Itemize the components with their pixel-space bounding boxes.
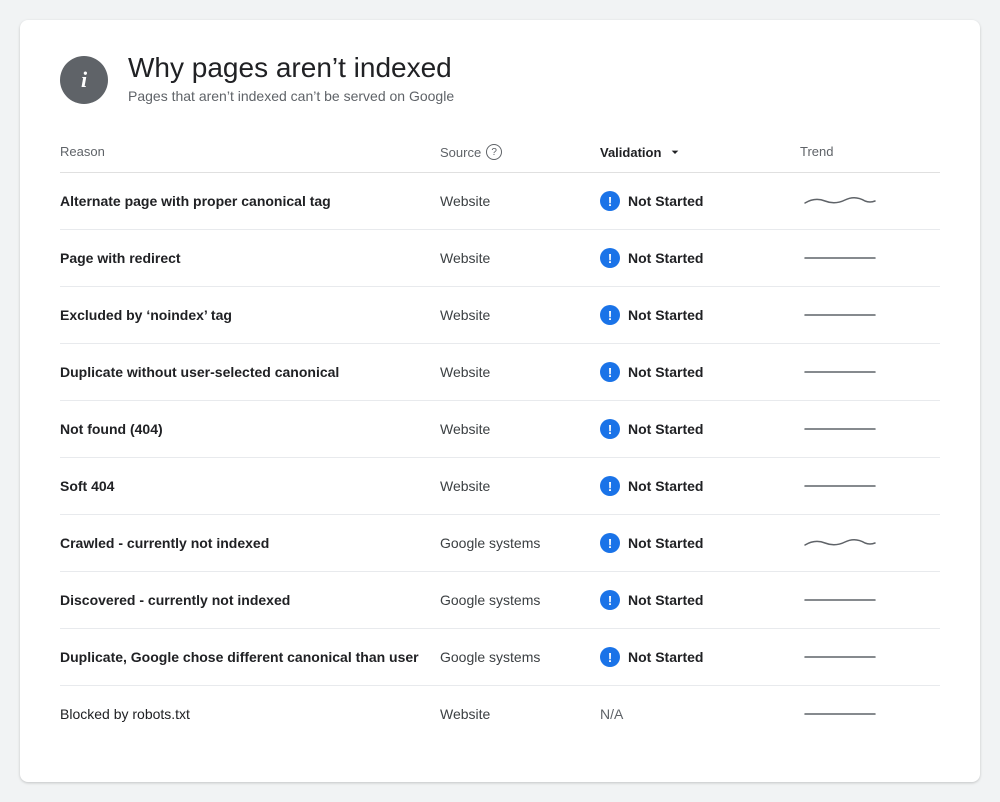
validation-cell: ! Not Started [600, 191, 800, 211]
validation-na: N/A [600, 706, 623, 722]
validation-status: Not Started [628, 421, 703, 437]
validation-cell: ! Not Started [600, 590, 800, 610]
source-cell: Website [440, 193, 600, 209]
validation-status: Not Started [628, 478, 703, 494]
reason-cell: Discovered - currently not indexed [60, 592, 440, 608]
reason-cell: Page with redirect [60, 250, 440, 266]
table-row[interactable]: Discovered - currently not indexedGoogle… [60, 572, 940, 629]
col-reason: Reason [60, 144, 440, 160]
validation-status: Not Started [628, 307, 703, 323]
validation-cell: ! Not Started [600, 419, 800, 439]
reason-cell: Soft 404 [60, 478, 440, 494]
not-started-icon: ! [600, 419, 620, 439]
validation-cell: ! Not Started [600, 647, 800, 667]
trend-line-icon [800, 704, 880, 724]
validation-cell: ! Not Started [600, 362, 800, 382]
source-cell: Website [440, 478, 600, 494]
not-started-icon: ! [600, 248, 620, 268]
trend-line-icon [800, 305, 880, 325]
not-started-icon: ! [600, 533, 620, 553]
not-started-icon: ! [600, 476, 620, 496]
trend-line-icon [800, 476, 880, 496]
header-text: Why pages aren’t indexed Pages that aren… [128, 52, 454, 104]
table-row[interactable]: Duplicate, Google chose different canoni… [60, 629, 940, 686]
trend-cell [800, 305, 940, 325]
validation-status: Not Started [628, 250, 703, 266]
not-started-icon: ! [600, 362, 620, 382]
source-cell: Google systems [440, 592, 600, 608]
table-row[interactable]: Duplicate without user-selected canonica… [60, 344, 940, 401]
col-trend: Trend [800, 144, 940, 160]
table-row[interactable]: Crawled - currently not indexedGoogle sy… [60, 515, 940, 572]
trend-cell [800, 419, 940, 439]
table-row[interactable]: Alternate page with proper canonical tag… [60, 173, 940, 230]
validation-status: Not Started [628, 535, 703, 551]
source-cell: Website [440, 421, 600, 437]
source-cell: Website [440, 706, 600, 722]
source-cell: Google systems [440, 649, 600, 665]
reason-cell: Not found (404) [60, 421, 440, 437]
validation-status: Not Started [628, 364, 703, 380]
trend-line-icon [800, 590, 880, 610]
validation-cell: ! Not Started [600, 533, 800, 553]
col-source: Source ? [440, 144, 600, 160]
trend-cell [800, 590, 940, 610]
validation-cell: ! Not Started [600, 305, 800, 325]
table-body: Alternate page with proper canonical tag… [60, 173, 940, 742]
page-header: i Why pages aren’t indexed Pages that ar… [60, 52, 940, 104]
validation-cell: ! Not Started [600, 248, 800, 268]
reason-cell: Duplicate, Google chose different canoni… [60, 649, 440, 665]
trend-cell [800, 704, 940, 724]
not-started-icon: ! [600, 647, 620, 667]
validation-status: Not Started [628, 193, 703, 209]
not-started-icon: ! [600, 305, 620, 325]
data-table: Reason Source ? Validation Trend Alterna… [60, 136, 940, 742]
table-header: Reason Source ? Validation Trend [60, 136, 940, 173]
main-card: i Why pages aren’t indexed Pages that ar… [20, 20, 980, 782]
trend-line-icon [800, 533, 880, 553]
reason-cell: Alternate page with proper canonical tag [60, 193, 440, 209]
table-row[interactable]: Excluded by ‘noindex’ tagWebsite! Not Sta… [60, 287, 940, 344]
trend-line-icon [800, 419, 880, 439]
trend-cell [800, 647, 940, 667]
validation-status: Not Started [628, 649, 703, 665]
info-icon: i [60, 56, 108, 104]
col-validation[interactable]: Validation [600, 144, 800, 160]
table-row[interactable]: Blocked by robots.txtWebsiteN/A [60, 686, 940, 742]
validation-cell: ! Not Started [600, 476, 800, 496]
validation-status: Not Started [628, 592, 703, 608]
page-title: Why pages aren’t indexed [128, 52, 454, 84]
trend-cell [800, 248, 940, 268]
source-cell: Website [440, 307, 600, 323]
not-started-icon: ! [600, 191, 620, 211]
sort-down-icon [667, 144, 683, 160]
reason-cell: Excluded by ‘noindex’ tag [60, 307, 440, 323]
trend-line-icon [800, 647, 880, 667]
trend-cell [800, 476, 940, 496]
not-started-icon: ! [600, 590, 620, 610]
validation-cell: N/A [600, 706, 800, 722]
reason-cell: Duplicate without user-selected canonica… [60, 364, 440, 380]
table-row[interactable]: Not found (404)Website! Not Started [60, 401, 940, 458]
table-row[interactable]: Page with redirectWebsite! Not Started [60, 230, 940, 287]
reason-cell: Blocked by robots.txt [60, 706, 440, 722]
reason-cell: Crawled - currently not indexed [60, 535, 440, 551]
source-cell: Website [440, 364, 600, 380]
page-subtitle: Pages that aren’t indexed can’t be serve… [128, 88, 454, 104]
trend-line-icon [800, 191, 880, 211]
trend-cell [800, 191, 940, 211]
source-cell: Website [440, 250, 600, 266]
source-help-icon[interactable]: ? [486, 144, 502, 160]
trend-cell [800, 362, 940, 382]
source-cell: Google systems [440, 535, 600, 551]
trend-line-icon [800, 248, 880, 268]
table-row[interactable]: Soft 404Website! Not Started [60, 458, 940, 515]
trend-cell [800, 533, 940, 553]
trend-line-icon [800, 362, 880, 382]
